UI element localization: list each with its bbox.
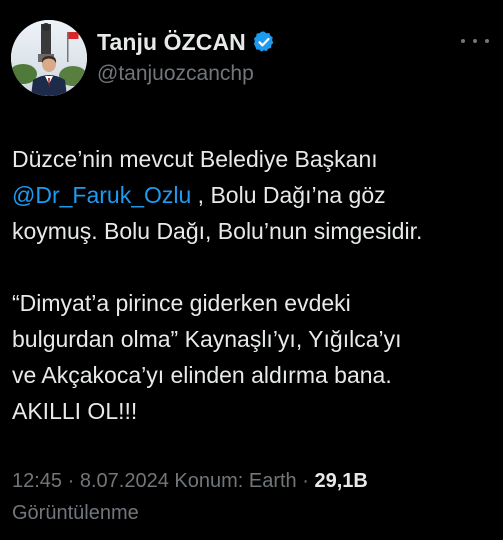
tweet-location: Konum: Earth bbox=[168, 470, 297, 492]
tweet-meta: 12:45 · 8.07.2024 Konum: Earth · 29,1B G… bbox=[12, 465, 497, 529]
more-dots-icon[interactable] bbox=[461, 34, 489, 48]
tweet-line: koymuş. Bolu Dağı, Bolu’nun simgesidir. bbox=[12, 218, 423, 244]
tweet-line: bulgurdan olma” Kaynaşlı’yı, Yığılca’yı bbox=[12, 326, 402, 352]
avatar[interactable] bbox=[11, 20, 87, 96]
mention-link[interactable]: @Dr_Faruk_Ozlu bbox=[12, 182, 191, 208]
tweet-line: @Dr_Faruk_Ozlu , Bolu Dağı’na göz bbox=[12, 177, 497, 213]
tweet-text: Düzce’nin mevcut Belediye Başkanı @Dr_Fa… bbox=[12, 141, 497, 429]
tweet-line: “Dimyat’a pirince giderken evdeki bbox=[12, 290, 351, 316]
display-name-row: Tanju ÖZCAN bbox=[97, 26, 276, 58]
author-display-name[interactable]: Tanju ÖZCAN bbox=[97, 29, 246, 56]
meta-row: 12:45 · 8.07.2024 Konum: Earth · 29,1B bbox=[12, 465, 497, 497]
tweet-line: ve Akçakoca’yı elinden aldırma bana. bbox=[12, 362, 392, 388]
views-count[interactable]: 29,1B bbox=[314, 470, 367, 492]
avatar-photo-icon bbox=[11, 20, 87, 96]
author-handle[interactable]: @tanjuozcanchp bbox=[97, 62, 276, 86]
author-names: Tanju ÖZCAN @tanjuozcanchp bbox=[97, 26, 276, 86]
verified-badge-icon[interactable] bbox=[252, 30, 276, 54]
tweet-line: AKILLI OL!!! bbox=[12, 398, 138, 424]
tweet-line: Düzce’nin mevcut Belediye Başkanı bbox=[12, 146, 378, 172]
views-label[interactable]: Görüntülenme bbox=[12, 497, 497, 529]
tweet-date[interactable]: 8.07.2024 bbox=[80, 470, 169, 492]
tweet-header: Tanju ÖZCAN @tanjuozcanchp bbox=[11, 20, 491, 100]
meta-separator: · bbox=[62, 470, 80, 492]
tweet-card: Tanju ÖZCAN @tanjuozcanchp Düzce’nin mev… bbox=[0, 0, 503, 540]
meta-separator: · bbox=[296, 470, 315, 492]
tweet-line-rest: , Bolu Dağı’na göz bbox=[191, 182, 386, 208]
tweet-time[interactable]: 12:45 bbox=[12, 470, 62, 492]
